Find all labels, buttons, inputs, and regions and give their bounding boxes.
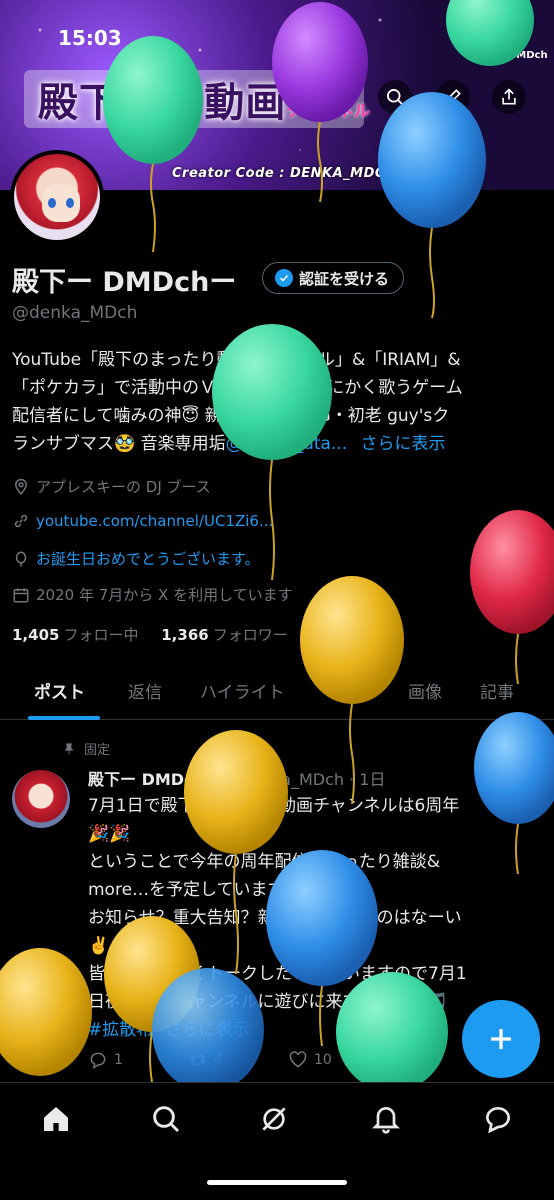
verify-button-label: 認証を受ける [299,269,390,288]
status-time: 15:03 [58,26,122,50]
x-logo-icon: 𝕏 [521,766,534,785]
pinned-label: 固定 [62,739,110,758]
home-indicator [207,1180,347,1185]
banner-title: 殿下のまったり動画チャンネル [38,80,371,126]
balloon-icon [15,551,27,566]
views-icon [391,1055,406,1067]
home-icon[interactable] [40,1103,72,1135]
search-icon [387,89,404,106]
bio-line: ランサブマス🥸 音楽専用垢@denka_uta... さらに表示 [12,434,446,454]
status-indicators: 4G [466,26,528,45]
avatar-eye-right [66,198,74,208]
tab-videos[interactable]: 動画 [334,678,368,703]
followers-link[interactable]: 1,366 フォロワー [161,626,287,644]
tab-highlights[interactable]: ハイライト [200,678,285,703]
heart-icon [289,1051,307,1068]
bio-line: 配信者にして噛みの神😇 親せなモデ&MG・初老 guy'sク [12,406,450,426]
location-icon [14,478,28,495]
bio-line: YouTube「殿下のまったり動画チャンネル」&「IRIAM」& [12,350,461,370]
tweet-avatar[interactable] [12,770,70,828]
tweet-header: 殿下ー DMDchー @denka_MDch · 1日 [88,766,385,790]
tab-posts[interactable]: ポスト [34,678,85,703]
verified-badge-icon [275,269,293,287]
reply-button[interactable]: 1 [88,1050,188,1070]
balloon-red [470,510,554,685]
banner-logo: DMDch [508,50,548,61]
active-tab-indicator [28,716,100,720]
tweet-handle-time: @denka_MDch · 1日 [226,770,386,789]
network-label: 4G [465,26,490,45]
tweet-more-link[interactable]: さらに表示 [165,1020,250,1040]
profile-name: 殿下ー DMDchー [12,267,237,298]
profile-handle: @denka_MDch [12,303,138,323]
like-button[interactable]: 10 [288,1050,388,1070]
edit-button[interactable] [436,80,470,114]
search-icon[interactable] [150,1103,182,1135]
tweet-body[interactable]: 7月1日で殿下のまったり動画チャンネルは6周年 🎉🎉 ということで今年の周年配信… [88,792,538,1044]
calendar-icon [13,587,29,602]
profile-website[interactable]: youtube.com/channel/UC1Zi6... [12,512,273,530]
plus-icon [491,1029,511,1049]
verify-button[interactable]: 認証を受ける [262,262,405,294]
share-icon [502,88,516,105]
share-button[interactable] [492,80,526,114]
profile-tabs: ポスト 返信 ハイライト 動画 画像 記事 [0,668,554,720]
bio-mention-link[interactable]: @denka_uta... [226,434,348,454]
creator-code: Creator Code : DENKA_MDCH [172,166,397,181]
tab-articles[interactable]: 記事 [480,678,514,703]
search-button[interactable] [378,80,412,114]
follow-stats: 1,405 フォロー中 1,366 フォロワー [12,624,288,645]
compose-button[interactable] [462,1000,540,1078]
tab-replies[interactable]: 返信 [128,678,162,703]
tab-images[interactable]: 画像 [408,678,442,703]
tweet-author[interactable]: 殿下ー DMDchー [88,770,221,789]
retweet-icon [189,1055,207,1065]
battery-icon [498,28,528,43]
following-link[interactable]: 1,405 フォロー中 [12,626,138,644]
profile-joined: 2020 年 7月から X を利用しています [12,584,293,605]
profile-birthday: お誕生日おめでとうございます。 [12,548,260,569]
bell-icon[interactable] [370,1103,402,1135]
grok-icon[interactable] [258,1103,290,1135]
bio-line: 「ポケカラ」で活動中のＶライバー✨ とにかく歌うゲーム [12,378,463,398]
avatar-eye-left [48,198,56,208]
retweet-button[interactable]: 4 [188,1050,288,1070]
tweet-hashtag[interactable]: #拡散希 [88,1020,153,1040]
profile-avatar[interactable] [10,150,104,244]
balloon-yellow [0,948,92,1076]
profile-location: アプレスキーの DJ ブース [12,476,211,497]
link-icon [14,514,28,528]
profile-bio: YouTube「殿下のまったり動画チャンネル」&「IRIAM」& 「ポケカラ」で… [12,346,546,458]
bio-more-link[interactable]: さらに表示 [361,434,446,454]
message-icon[interactable] [482,1103,514,1135]
edit-icon [445,89,461,105]
reply-icon [90,1052,106,1070]
pin-icon [64,742,74,754]
